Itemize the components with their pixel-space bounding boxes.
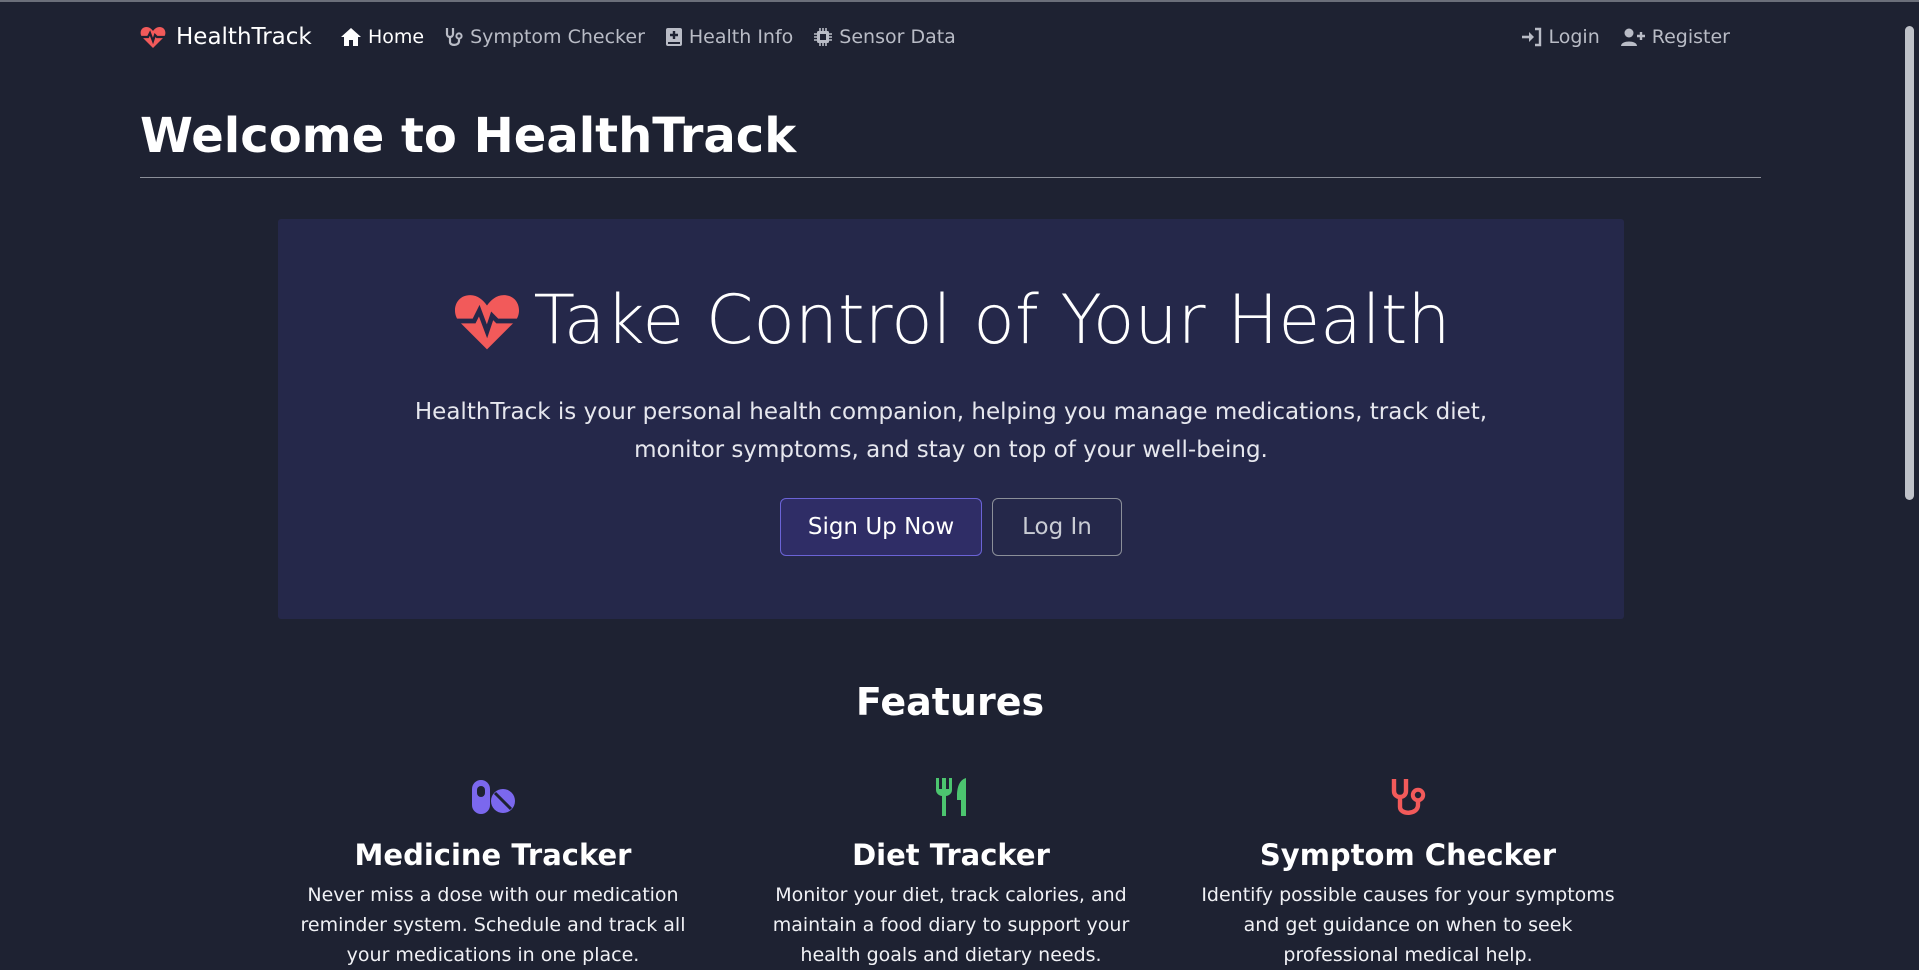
hero-heading: Take Control of Your Health xyxy=(278,281,1624,360)
vertical-scrollbar[interactable] xyxy=(1900,2,1919,970)
chip-icon xyxy=(813,27,833,47)
feature-medicine-tracker: Medicine Tracker Never miss a dose with … xyxy=(283,772,703,970)
feature-description: Identify possible causes for your sympto… xyxy=(1201,884,1615,966)
heartbeat-icon xyxy=(451,290,523,352)
nav-auth-links: Login Register xyxy=(1521,26,1730,48)
feature-title: Medicine Tracker xyxy=(354,838,632,872)
nav-register-label: Register xyxy=(1651,26,1730,48)
title-divider xyxy=(140,177,1761,178)
hero-section: Take Control of Your Health HealthTrack … xyxy=(278,219,1624,619)
stethoscope-icon xyxy=(1386,775,1430,819)
page-title: Welcome to HealthTrack xyxy=(140,108,797,164)
pills-icon xyxy=(469,778,517,816)
nav-login-label: Login xyxy=(1548,26,1600,48)
log-in-button[interactable]: Log In xyxy=(992,498,1122,556)
sign-in-icon xyxy=(1521,27,1543,47)
nav-symptom-checker-label: Symptom Checker xyxy=(470,26,645,48)
features-heading: Features xyxy=(855,680,1045,724)
feature-description: Never miss a dose with our medication re… xyxy=(300,884,686,966)
navbar: HealthTrack Home Symptom Checker Health … xyxy=(0,2,1900,74)
nav-symptom-checker[interactable]: Symptom Checker xyxy=(444,26,645,48)
hero-buttons: Sign Up Now Log In xyxy=(278,498,1624,556)
sign-up-button[interactable]: Sign Up Now xyxy=(780,498,982,556)
utensils-icon xyxy=(932,776,970,818)
heartbeat-icon xyxy=(140,25,166,49)
user-plus-icon xyxy=(1620,27,1646,47)
medical-book-icon xyxy=(665,27,683,47)
nav-register[interactable]: Register xyxy=(1620,26,1730,48)
home-icon xyxy=(340,27,362,47)
feature-title: Symptom Checker xyxy=(1259,838,1557,872)
feature-diet-tracker: Diet Tracker Monitor your diet, track ca… xyxy=(741,772,1161,970)
feature-description: Monitor your diet, track calories, and m… xyxy=(772,884,1130,966)
nav-health-info[interactable]: Health Info xyxy=(665,26,793,48)
nav-home[interactable]: Home xyxy=(340,26,424,48)
feature-symptom-checker: Symptom Checker Identify possible causes… xyxy=(1198,772,1618,970)
nav-health-info-label: Health Info xyxy=(688,26,794,48)
nav-sensor-data[interactable]: Sensor Data xyxy=(813,26,956,48)
nav-links: Home Symptom Checker Health Info Sensor … xyxy=(340,26,956,48)
feature-title: Diet Tracker xyxy=(852,838,1050,872)
stethoscope-icon xyxy=(444,26,464,48)
scrollbar-thumb[interactable] xyxy=(1905,26,1914,500)
brand[interactable]: HealthTrack xyxy=(140,24,312,50)
nav-login[interactable]: Login xyxy=(1521,26,1600,48)
nav-sensor-data-label: Sensor Data xyxy=(839,26,956,48)
nav-home-label: Home xyxy=(368,26,425,48)
hero-description: HealthTrack is your personal health comp… xyxy=(414,399,1488,463)
hero-title-text: Take Control of Your Health xyxy=(533,281,1451,360)
brand-name: HealthTrack xyxy=(176,24,312,50)
